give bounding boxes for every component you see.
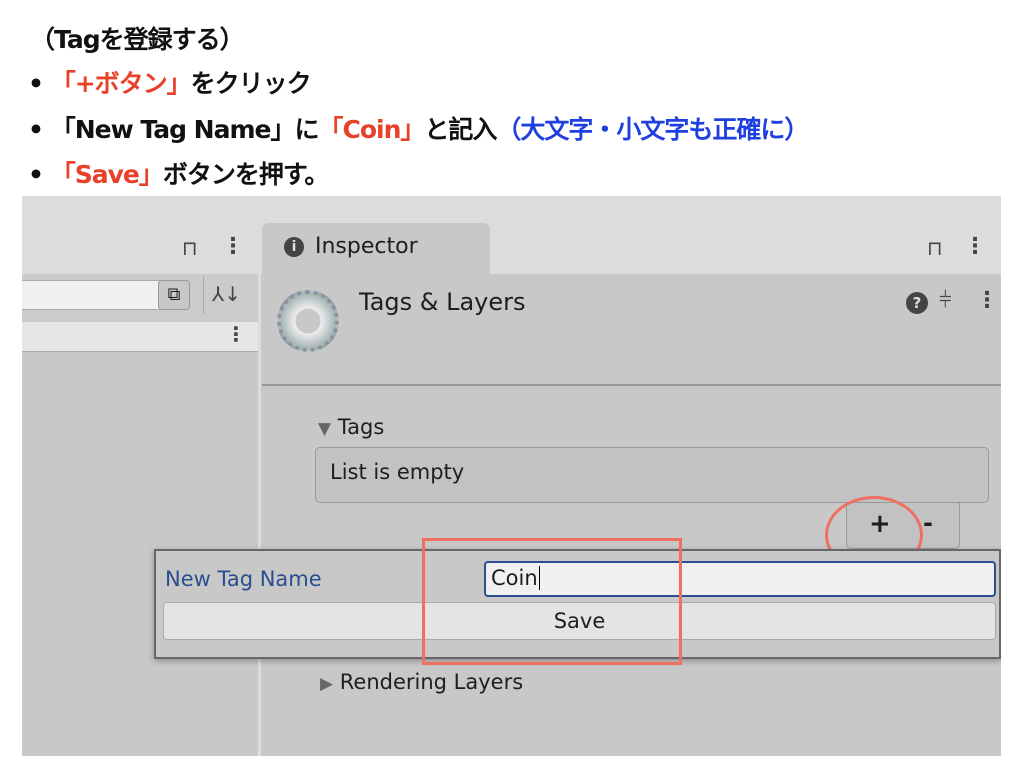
rendering-layers-foldout[interactable]: ▶ Rendering Layers: [320, 670, 523, 694]
left-header-row: [22, 322, 258, 352]
annotation-rectangle: [422, 538, 682, 665]
text: ボタンを押す。: [162, 160, 330, 189]
highlight: 「+ボタン」: [50, 69, 192, 98]
tab-inspector[interactable]: i Inspector: [262, 223, 490, 275]
bullet: •: [28, 69, 44, 98]
bullet: •: [28, 160, 44, 189]
tab-label: Inspector: [315, 234, 418, 259]
sort-icon[interactable]: ⅄↓: [212, 282, 241, 306]
empty-message: List is empty: [330, 460, 465, 484]
divider: [203, 276, 204, 314]
more-icon[interactable]: ⋮: [976, 288, 998, 313]
instruction-step-3: • 「Save」ボタンを押す。: [28, 155, 330, 191]
more-icon[interactable]: ⋮: [964, 234, 986, 259]
inspector-title: Tags & Layers: [359, 288, 526, 316]
bullet: •: [28, 115, 44, 144]
instruction-step-1: • 「+ボタン」をクリック: [28, 64, 312, 100]
caret-down-icon: ▼: [318, 419, 332, 439]
caret-right-icon: ▶: [320, 674, 334, 694]
gear-icon: [277, 290, 339, 352]
search-input[interactable]: [22, 280, 177, 310]
text: と記入: [424, 115, 497, 144]
panel-splitter[interactable]: [258, 196, 261, 756]
text: 「New Tag Name」に: [50, 115, 320, 144]
more-icon[interactable]: ⋮: [222, 234, 244, 259]
highlight: 「Coin」: [318, 115, 425, 144]
instruction-step-2: • 「New Tag Name」に「Coin」と記入（大文字・小文字も正確に）: [28, 110, 809, 146]
unity-editor-screenshot: ⧉ ⅄↓ ⋮ ⊓ ⋮ i Inspector ⊓ ⋮ Tags & Layers…: [22, 196, 1001, 756]
info-icon: i: [284, 237, 304, 257]
help-icon[interactable]: ?: [906, 292, 928, 314]
text: をクリック: [190, 69, 312, 98]
highlight: 「Save」: [50, 160, 164, 189]
tags-foldout[interactable]: ▼ Tags: [318, 415, 384, 439]
divider: [262, 384, 1001, 386]
new-tag-name-label: New Tag Name: [165, 567, 322, 591]
section-label: Rendering Layers: [339, 670, 524, 694]
section-label: Tags: [337, 415, 385, 439]
lock-icon[interactable]: ⊓: [182, 236, 198, 260]
lock-icon[interactable]: ⊓: [927, 236, 943, 260]
instruction-heading: （Tagを登録する）: [30, 25, 245, 54]
more-icon[interactable]: ⋮: [226, 322, 246, 346]
preset-icon[interactable]: ⫩: [939, 288, 952, 313]
note: （大文字・小文字も正確に）: [496, 115, 809, 144]
maximize-icon[interactable]: ⧉: [158, 280, 190, 310]
remove-button[interactable]: -: [923, 509, 933, 537]
tags-list: List is empty: [315, 447, 989, 503]
tab-bar: [22, 196, 1001, 274]
